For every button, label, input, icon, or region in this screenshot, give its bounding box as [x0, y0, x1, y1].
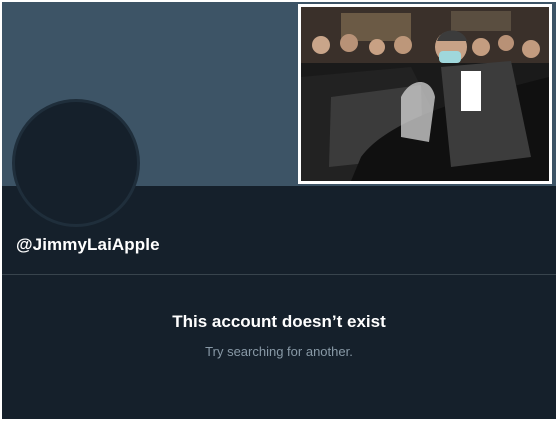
- empty-state-title: This account doesn’t exist: [172, 312, 386, 331]
- divider: [2, 274, 556, 275]
- news-photo-image: [301, 7, 549, 181]
- news-photo: [298, 4, 552, 184]
- empty-state-subtitle: Try searching for another.: [205, 344, 353, 359]
- profile-page: @JimmyLaiApple This account doesn’t exis…: [2, 2, 556, 419]
- avatar: [12, 99, 140, 227]
- profile-handle: @JimmyLaiApple: [16, 235, 160, 254]
